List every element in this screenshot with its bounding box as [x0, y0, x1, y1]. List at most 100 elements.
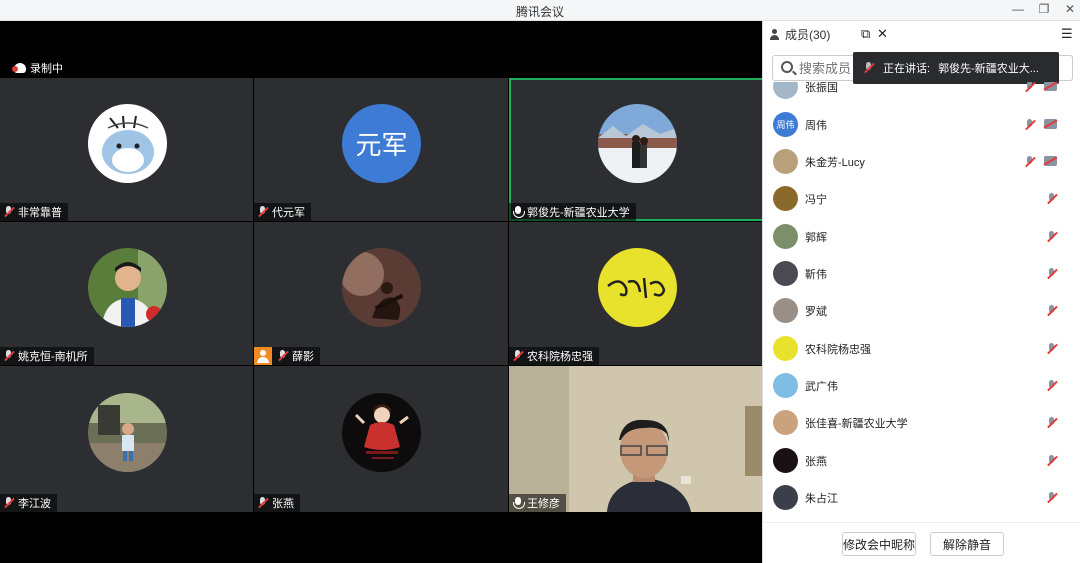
avatar — [87, 247, 167, 327]
participant-video-tile[interactable]: 王修彦 — [509, 366, 764, 512]
participant-tile[interactable]: 非常靠普 — [0, 78, 253, 221]
member-row[interactable]: 张振国 — [763, 82, 1080, 105]
member-row[interactable]: 张燕 — [763, 442, 1080, 479]
member-row[interactable]: 张佳喜-新疆农业大学 — [763, 404, 1080, 441]
member-name: 张燕 — [805, 456, 827, 468]
people-icon — [769, 28, 781, 40]
avatar: 周伟 — [773, 112, 798, 137]
cloud-record-icon — [12, 63, 26, 73]
mic-muted-icon — [1024, 156, 1036, 168]
title-bar: 腾讯会议 — ❐ ✕ — [0, 0, 1080, 21]
avatar — [87, 103, 167, 183]
camera-off-icon — [1044, 82, 1057, 91]
avatar — [342, 393, 421, 472]
participant-tile[interactable]: 姚克恒-南机所 — [0, 222, 253, 365]
minimize-icon[interactable]: — — [1004, 0, 1032, 21]
mic-muted-icon — [277, 350, 289, 362]
window-title: 腾讯会议 — [515, 5, 564, 19]
participant-nametag: 薛影 — [254, 347, 320, 365]
mic-muted-icon — [1046, 231, 1058, 243]
speaking-name: 郭俊先-新疆农业大... — [938, 63, 1039, 75]
avatar-text: 周伟 — [776, 120, 795, 130]
member-list: 张振国 周伟 周伟 朱金芳-Lucy 冯宁 郭辉 靳伟 罗斌 农科院杨忠强 武广… — [763, 82, 1080, 522]
mic-muted-icon — [1046, 193, 1058, 205]
camera-off-icon — [1044, 119, 1057, 129]
illustration-girl-avatar-icon — [342, 393, 421, 472]
member-row[interactable]: 周伟 周伟 — [763, 106, 1080, 143]
avatar — [773, 298, 798, 323]
mic-icon — [512, 206, 525, 218]
avatar — [773, 186, 798, 211]
mic-muted-icon — [3, 206, 15, 218]
participant-tile-active[interactable]: 郭俊先-新疆农业大学 — [509, 78, 764, 221]
member-row[interactable]: 冯宁 — [763, 180, 1080, 217]
mic-muted-icon — [512, 350, 524, 362]
members-count-label: 成员(30) — [785, 27, 831, 42]
member-name: 冯宁 — [805, 194, 827, 206]
member-row[interactable]: 靳伟 — [763, 255, 1080, 292]
participant-tile[interactable]: 薛影 — [254, 222, 508, 365]
participant-name: 农科院杨忠强 — [527, 351, 593, 363]
participant-nametag: 王修彦 — [509, 494, 566, 512]
avatar — [773, 448, 798, 473]
mic-muted-icon — [3, 497, 15, 509]
live-video-feed — [509, 366, 764, 512]
menu-icon[interactable]: ☰ — [1061, 26, 1073, 42]
participant-nametag: 农科院杨忠强 — [509, 347, 599, 365]
unmute-button[interactable]: 解除静音 — [930, 532, 1004, 556]
participant-name: 薛影 — [292, 351, 314, 363]
avatar — [773, 82, 798, 99]
pop-out-icon[interactable]: ⧉ — [861, 26, 870, 42]
member-name: 靳伟 — [805, 269, 827, 281]
avatar — [773, 224, 798, 249]
member-name: 罗斌 — [805, 306, 827, 318]
photo-snow-avatar-icon — [597, 103, 677, 183]
participant-nametag: 郭俊先-新疆农业大学 — [509, 203, 636, 221]
speaking-label: 正在讲话: — [883, 63, 931, 75]
participant-nametag: 李江波 — [0, 494, 57, 512]
close-panel-icon[interactable]: ✕ — [877, 26, 888, 42]
participant-name: 姚克恒-南机所 — [18, 351, 88, 363]
user-badge-icon — [254, 347, 272, 365]
recording-indicator: 录制中 — [12, 60, 63, 76]
recording-label: 录制中 — [30, 63, 63, 75]
member-panel: 成员(30) ⧉ ✕ ☰ 正在讲话: 郭俊先-新疆农业大... 张振国 周伟 周… — [762, 21, 1080, 563]
video-grid: 非常靠普 元军 代元军 郭俊先-新疆农业大学 姚克恒-南机所 薛影 农科院杨忠强… — [0, 78, 764, 512]
participant-nametag: 张燕 — [254, 494, 300, 512]
participant-tile[interactable]: 农科院杨忠强 — [509, 222, 764, 365]
rename-button[interactable]: 修改会中昵称 — [842, 532, 916, 556]
avatar — [342, 247, 421, 327]
participant-tile[interactable]: 李江波 — [0, 366, 253, 512]
members-tab[interactable]: 成员(30) — [769, 26, 830, 43]
participant-tile[interactable]: 张燕 — [254, 366, 508, 512]
member-name: 朱占江 — [805, 493, 838, 505]
avatar — [773, 336, 798, 361]
member-row[interactable]: 农科院杨忠强 — [763, 330, 1080, 367]
calligraphy-avatar-icon — [597, 247, 677, 327]
avatar — [773, 261, 798, 286]
member-name: 张佳喜-新疆农业大学 — [805, 418, 908, 430]
member-name: 郭辉 — [805, 232, 827, 244]
participant-name: 张燕 — [272, 498, 294, 510]
participant-name: 非常靠普 — [18, 207, 62, 219]
member-row[interactable]: 罗斌 — [763, 292, 1080, 329]
member-row[interactable]: 朱占江 — [763, 479, 1080, 516]
speaking-indicator: 正在讲话: 郭俊先-新疆农业大... — [853, 52, 1059, 84]
member-name: 张振国 — [805, 82, 838, 94]
mic-muted-icon — [1046, 268, 1058, 280]
participant-name: 代元军 — [272, 207, 305, 219]
avatar-text: 元军 — [355, 129, 408, 160]
mic-muted-icon — [1046, 417, 1058, 429]
member-row[interactable]: 朱金芳-Lucy — [763, 143, 1080, 180]
participant-nametag: 代元军 — [254, 203, 311, 221]
participant-tile[interactable]: 元军 代元军 — [254, 78, 508, 221]
member-row[interactable]: 武广伟 — [763, 367, 1080, 404]
mic-muted-icon — [1046, 343, 1058, 355]
mic-muted-icon — [1046, 492, 1058, 504]
mic-muted-icon — [3, 350, 15, 362]
participant-name: 王修彦 — [527, 498, 560, 510]
member-row[interactable]: 郭辉 — [763, 218, 1080, 255]
mic-muted-icon — [1046, 455, 1058, 467]
close-icon[interactable]: ✕ — [1056, 0, 1080, 21]
restore-icon[interactable]: ❐ — [1030, 0, 1058, 21]
